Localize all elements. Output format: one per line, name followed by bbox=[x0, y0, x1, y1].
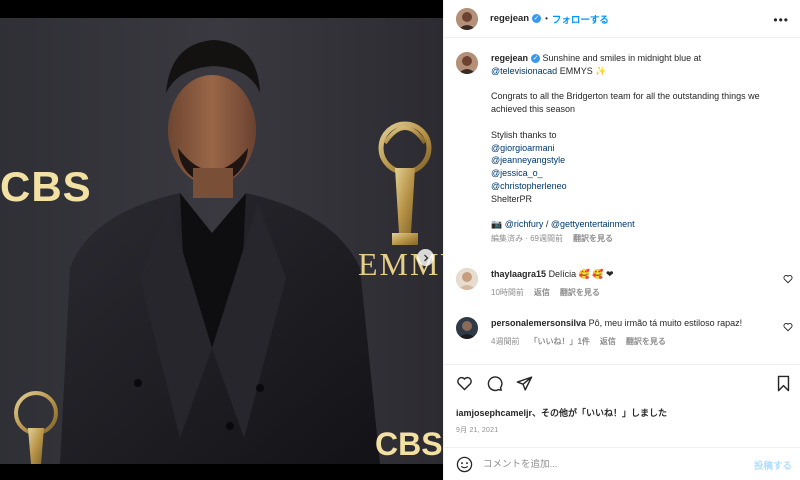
caption-emmys: EMMYS ✨ bbox=[559, 65, 607, 76]
comment-body: Delícia 🥰 🥰 ❤ bbox=[548, 269, 614, 279]
mention-link[interactable]: @televisionacad bbox=[491, 66, 557, 76]
sign-cbs-left: CBS bbox=[0, 163, 92, 210]
commenter-username[interactable]: personalemersonsilva bbox=[491, 318, 586, 328]
caption: regejean ✓ Sunshine and smiles in midnigh… bbox=[456, 52, 781, 246]
post-date: 9月 21, 2021 bbox=[456, 427, 499, 434]
comment-item: thaylaagra15 Delícia 🥰 🥰 ❤ 10時間前 返信 翻訳を見… bbox=[456, 268, 781, 300]
comment-input[interactable] bbox=[483, 458, 733, 470]
post-actions: iamjosephcameljr、その他が「いいね！」しました 9月 21, 2… bbox=[444, 364, 800, 446]
commenter-avatar[interactable] bbox=[456, 268, 478, 290]
header-username[interactable]: regejean bbox=[490, 13, 529, 24]
follow-button[interactable]: フォローする bbox=[552, 12, 609, 26]
comment-text: personalemersonsilva Pô, meu irmão tá mu… bbox=[491, 317, 781, 349]
photo-illustration bbox=[0, 18, 443, 464]
mention-link[interactable]: @richfury bbox=[505, 219, 544, 229]
share-send-icon[interactable] bbox=[516, 375, 533, 392]
liked-by-user[interactable]: iamjosephcameljr bbox=[456, 408, 532, 418]
caption-para2: Congrats to all the Bridgerton team for … bbox=[491, 91, 760, 115]
comment-likes-count[interactable]: 「いいね！」1件 bbox=[529, 336, 589, 349]
post-modal: CBS EMMYS CBS regejea bbox=[0, 0, 800, 480]
avatar[interactable] bbox=[456, 7, 478, 30]
mention-link[interactable]: @jeanneyangstyle bbox=[491, 154, 781, 167]
caption-shelter: ShelterPR bbox=[491, 193, 533, 204]
commenter-username[interactable]: thaylaagra15 bbox=[491, 269, 546, 279]
save-bookmark-icon[interactable] bbox=[776, 375, 791, 392]
comment-time: 10時間前 bbox=[491, 287, 524, 297]
comments-list[interactable]: regejean ✓ Sunshine and smiles in midnigh… bbox=[444, 38, 800, 363]
reply-button[interactable]: 返信 bbox=[600, 336, 616, 349]
comment-meta: 4週間前 「いいね！」1件 返信 翻訳を見る bbox=[491, 336, 781, 349]
photo-credit-separator: / bbox=[543, 219, 551, 230]
comment-like-icon[interactable] bbox=[783, 322, 793, 334]
comment-body: Pô, meu irmão tá muito estiloso rapaz! bbox=[588, 318, 743, 328]
chevron-right-icon bbox=[423, 254, 428, 261]
caption-thanks: Stylish thanks to bbox=[491, 129, 557, 140]
mention-link[interactable]: @giorgioarmani bbox=[491, 142, 781, 155]
translate-button[interactable]: 翻訳を見る bbox=[560, 287, 600, 300]
avatar-image bbox=[456, 52, 478, 74]
caption-meta: 編集済み · 69週間前 翻訳を見る bbox=[491, 233, 781, 246]
translate-button[interactable]: 翻訳を見る bbox=[573, 233, 613, 246]
avatar-image bbox=[456, 317, 478, 339]
verified-badge-icon: ✓ bbox=[531, 54, 541, 64]
like-heart-icon[interactable] bbox=[456, 375, 473, 392]
next-photo-button[interactable] bbox=[417, 249, 434, 266]
comment-time: 4週間前 bbox=[491, 336, 520, 346]
comment-like-icon[interactable] bbox=[783, 274, 793, 286]
add-comment-bar: 投稿する bbox=[444, 447, 800, 480]
emoji-icon[interactable] bbox=[456, 456, 473, 473]
more-options-icon[interactable]: ••• bbox=[773, 13, 789, 27]
caption-line1: Sunshine and smiles in midnight blue at bbox=[542, 53, 702, 63]
comment-bubble-icon[interactable] bbox=[486, 375, 503, 392]
comment-text: thaylaagra15 Delícia 🥰 🥰 ❤ 10時間前 返信 翻訳を見… bbox=[491, 268, 781, 300]
caption-username[interactable]: regejean bbox=[491, 53, 528, 63]
mention-link[interactable]: @gettyentertainment bbox=[551, 219, 635, 229]
mention-link[interactable]: @jessica_o_ bbox=[491, 167, 781, 180]
liked-by-suffix: 、その他が「いいね！」しました bbox=[532, 408, 668, 418]
verified-badge-icon: ✓ bbox=[532, 14, 542, 23]
post-side-pane: regejean ✓ • フォローする ••• regejean ✓ Sunsh… bbox=[443, 0, 800, 480]
action-icons bbox=[456, 375, 533, 392]
reply-button[interactable]: 返信 bbox=[534, 287, 550, 300]
caption-avatar[interactable] bbox=[456, 52, 478, 74]
camera-icon: 📷 bbox=[491, 219, 503, 230]
post-header: regejean ✓ • フォローする ••• bbox=[444, 0, 800, 38]
translate-button[interactable]: 翻訳を見る bbox=[626, 336, 666, 349]
avatar-image bbox=[456, 7, 478, 30]
mention-link[interactable]: @christopherleneo bbox=[491, 180, 781, 193]
avatar-image bbox=[456, 268, 478, 290]
commenter-avatar[interactable] bbox=[456, 317, 478, 339]
post-comment-button[interactable]: 投稿する bbox=[754, 458, 792, 472]
media-pane: CBS EMMYS CBS bbox=[0, 0, 443, 480]
caption-text: regejean ✓ Sunshine and smiles in midnigh… bbox=[491, 52, 781, 246]
post-photo[interactable]: CBS EMMYS CBS bbox=[0, 18, 443, 464]
caption-time: 編集済み · 69週間前 bbox=[491, 234, 564, 244]
likes-summary[interactable]: iamjosephcameljr、その他が「いいね！」しました bbox=[456, 406, 667, 419]
header-separator: • bbox=[545, 14, 548, 23]
comment-item: personalemersonsilva Pô, meu irmão tá mu… bbox=[456, 317, 781, 349]
sign-cbs-bottom: CBS bbox=[375, 426, 443, 462]
comment-meta: 10時間前 返信 翻訳を見る bbox=[491, 287, 781, 300]
